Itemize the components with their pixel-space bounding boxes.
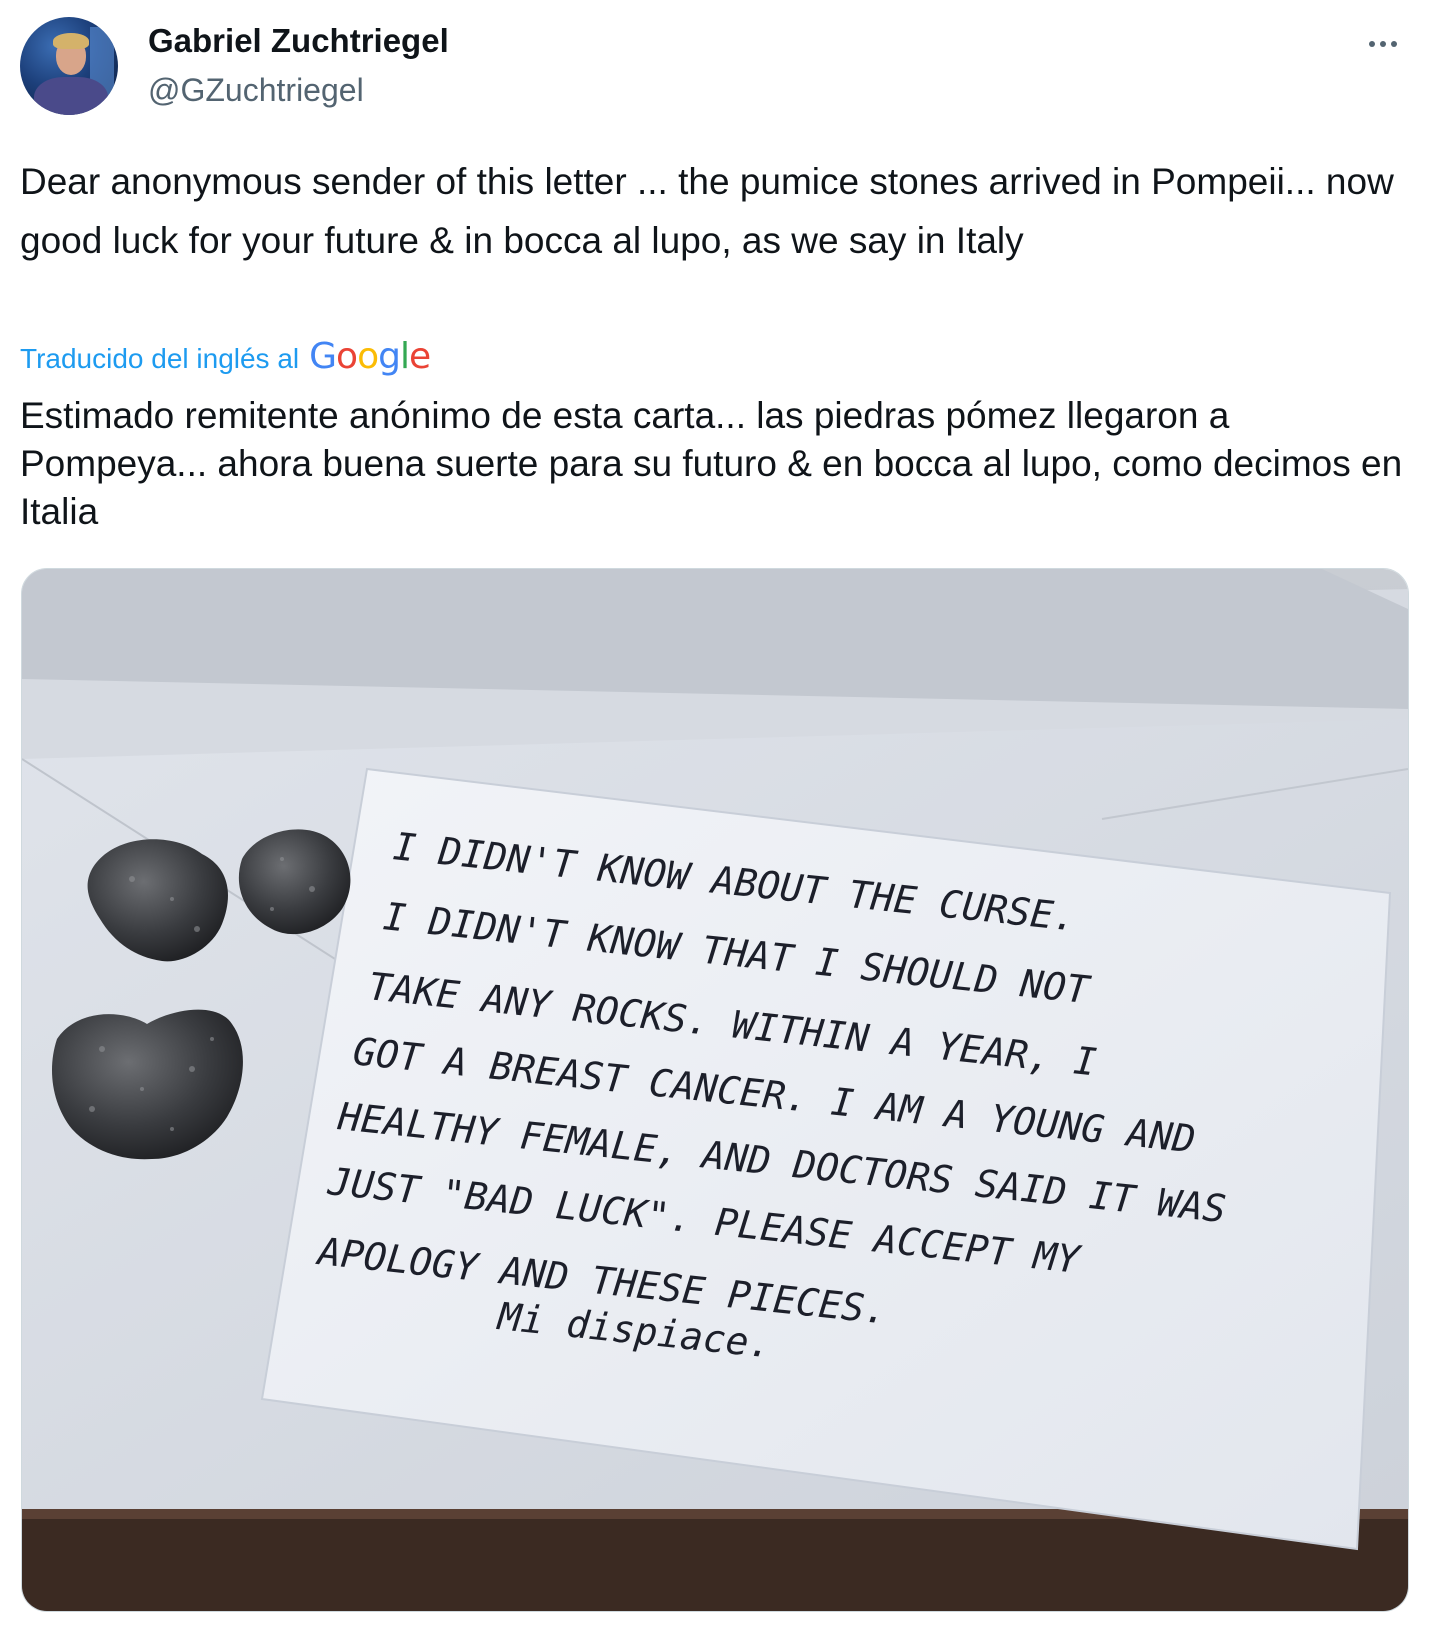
- author-display-name[interactable]: Gabriel Zuchtriegel: [148, 22, 449, 60]
- author-handle[interactable]: @GZuchtriegel: [148, 72, 364, 109]
- photo-letter-and-stones: I DIDN'T KNOW ABOUT THE CURSE. I DIDN'T …: [22, 569, 1408, 1611]
- tweet: Gabriel Zuchtriegel @GZuchtriegel Dear a…: [0, 0, 1440, 1636]
- google-logo: Google: [309, 336, 431, 377]
- tweet-photo[interactable]: I DIDN'T KNOW ABOUT THE CURSE. I DIDN'T …: [21, 568, 1409, 1612]
- translation-text: Estimado remitente anónimo de esta carta…: [20, 395, 1403, 532]
- avatar[interactable]: [20, 17, 118, 115]
- more-options-button[interactable]: [1358, 24, 1408, 64]
- translation-attribution-link[interactable]: Traducido del inglés al Google: [20, 336, 431, 377]
- more-horizontal-icon: [1367, 41, 1400, 47]
- tweet-text: Dear anonymous sender of this letter ...…: [20, 161, 1394, 261]
- avatar-shirt: [34, 77, 108, 115]
- avatar-hair: [53, 33, 89, 49]
- translation-label: Traducido del inglés al: [20, 343, 300, 374]
